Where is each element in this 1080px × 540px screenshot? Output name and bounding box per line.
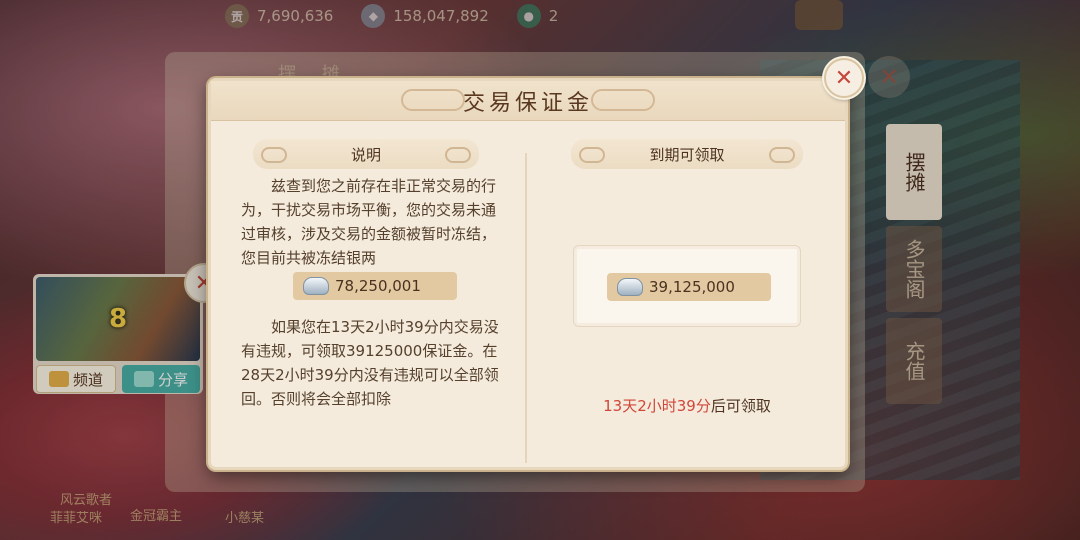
silver-ingot-icon xyxy=(303,277,329,295)
header-ornament xyxy=(401,89,465,111)
header-ornament xyxy=(591,89,655,111)
explanation-header-label: 说明 xyxy=(350,145,381,164)
explanation-paragraph-1: 兹查到您之前存在非正常交易的行为，干扰交易市场平衡，您的交易未通过审核，涉及交易… xyxy=(241,177,497,267)
explanation-header: 说明 xyxy=(253,139,479,169)
countdown-time: 13天2小时39分 xyxy=(603,397,711,415)
countdown-suffix: 后可领取 xyxy=(710,397,771,415)
silver-ingot-icon xyxy=(617,278,643,296)
claimable-header: 到期可领取 xyxy=(571,139,803,169)
claimable-amount-value: 39,125,000 xyxy=(649,278,735,296)
explanation-paragraph-2: 如果您在13天2小时39分内交易没有违规，可领取39125000保证金。在28天… xyxy=(241,318,499,408)
explanation-text: 兹查到您之前存在非正常交易的行为，干扰交易市场平衡，您的交易未通过审核，涉及交易… xyxy=(241,174,509,270)
dialog-close-button[interactable]: ✕ xyxy=(824,58,864,98)
dialog-header: 交易保证金 xyxy=(211,81,845,121)
frozen-amount-value: 78,250,001 xyxy=(335,277,421,295)
column-divider xyxy=(525,153,527,463)
dialog-title: 交易保证金 xyxy=(462,90,593,116)
claimable-box: 39,125,000 xyxy=(573,245,801,327)
explanation-text-2: 如果您在13天2小时39分内交易没有违规，可领取39125000保证金。在28天… xyxy=(241,315,509,411)
close-icon: ✕ xyxy=(834,65,854,91)
trade-deposit-dialog: 交易保证金 说明 兹查到您之前存在非正常交易的行为，干扰交易市场平衡，您的交易未… xyxy=(208,78,848,470)
frozen-amount: 78,250,001 xyxy=(293,272,457,300)
claimable-header-label: 到期可领取 xyxy=(649,145,725,164)
claimable-amount: 39,125,000 xyxy=(607,273,771,301)
claim-countdown: 13天2小时39分后可领取 xyxy=(573,395,801,416)
